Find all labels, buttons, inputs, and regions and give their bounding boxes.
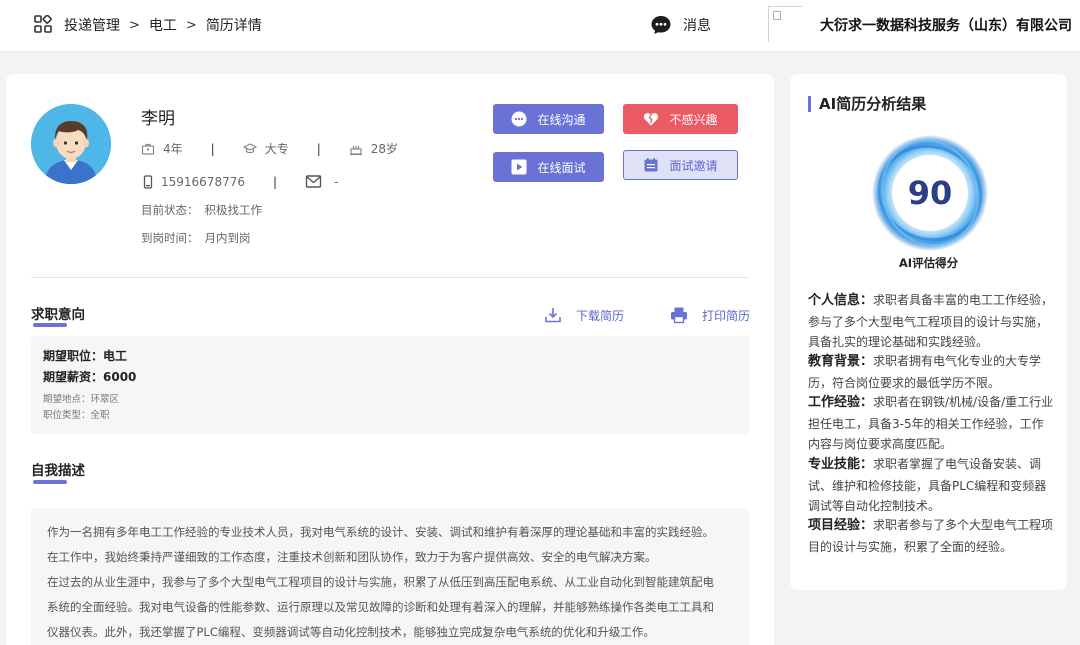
breadcrumb-item-job[interactable]: 电工 [149,15,177,35]
interview-invite-button[interactable]: 面试邀请 [623,150,738,180]
candidate-contact: 15916678776 | - [141,173,338,190]
printer-icon [671,307,687,324]
download-resume-label: 下载简历 [576,308,625,323]
not-interested-label: 不感兴趣 [669,112,718,127]
cake-icon [349,145,362,155]
breadcrumb-item-current: 简历详情 [205,18,262,34]
self-description-title: 自我描述 [31,463,85,479]
print-resume-label: 打印简历 [702,308,751,323]
resume-card: 李明 4年 | 大专 | 28岁 15916678776 | - 目前状态： 积… [6,74,774,645]
download-resume-button[interactable]: 下载简历 [544,306,624,324]
chevron-right-icon: > [185,17,197,33]
calendar-icon [644,158,658,172]
section-underline [33,323,67,327]
ai-item-education: 教育背景：求职者拥有电气化专业的大专学历，符合岗位要求的最低学历不限。 [808,351,1054,393]
education-level: 大专 [264,142,289,156]
ai-item-label: 专业技能： [808,457,874,472]
candidate-name: 李明 [141,109,175,129]
print-resume-button[interactable]: 打印简历 [670,306,750,324]
ai-analysis-card: AI简历分析结果 90 AI评估得分 个人信息：求职者具备丰富的电工工作经验，参… [790,74,1067,590]
description-line: 在工作中，我始终秉持严谨细致的工作态度，注重技术创新和团队协作，致力于为客户提供… [47,550,657,564]
online-interview-label: 在线面试 [537,160,586,175]
interview-invite-label: 面试邀请 [669,158,718,173]
ai-item-label: 工作经验： [808,395,874,410]
expected-location: 期望地点：环翠区 [43,394,120,405]
app-grid-icon[interactable] [34,15,52,33]
ai-item-experience: 工作经验：求职者在钢铁/机械/设备/重工行业担任电工，具备3-5年的相关工作经验… [808,392,1054,455]
candidate-basic-info: 4年 | 大专 | 28岁 [141,140,398,157]
expected-salary: 期望薪资：6000 [43,370,137,384]
status-label: 目前状态： [141,203,199,217]
current-status: 目前状态： 积极找工作 [141,202,262,218]
online-chat-label: 在线沟通 [537,112,586,127]
separator: | [316,141,321,156]
job-intent-box: 期望职位：电工 期望薪资：6000 期望地点：环翠区 职位类型：全职 [31,336,749,434]
chat-icon [511,111,527,127]
top-header: 投递管理 > 电工 > 简历详情 消息 大衍求一数据科技服务（山东）有限公司 [0,0,1080,52]
graduation-cap-icon [242,142,257,153]
ai-item-projects: 项目经验：求职者参与了多个大型电气工程项目的设计与实施，积累了全面的经验。 [808,515,1054,557]
section-underline [33,480,67,484]
online-chat-button[interactable]: 在线沟通 [493,104,604,134]
ai-item-label: 个人信息： [808,293,874,308]
messages-button[interactable]: 消息 [650,14,711,36]
arrival-value: 月内到岗 [204,231,251,245]
ai-item-label: 教育背景： [808,354,874,369]
messages-label: 消息 [683,18,711,34]
separator: | [210,141,215,156]
briefcase-icon [141,143,155,155]
mail-icon [305,175,322,188]
ai-analysis-title: AI简历分析结果 [819,95,927,113]
separator: | [272,174,278,189]
breadcrumb: 投递管理 > 电工 > 简历详情 [64,15,262,35]
experience-years: 4年 [163,142,183,156]
ai-score-value: 90 [907,174,953,212]
candidate-avatar [31,104,111,184]
phone-icon [143,174,153,189]
arrival-label: 到岗时间： [141,231,199,245]
section-divider [31,277,749,278]
online-interview-button[interactable]: 在线面试 [493,152,604,182]
chevron-right-icon: > [129,17,140,33]
job-intent-title: 求职意向 [31,307,85,323]
ai-item-label: 项目经验： [808,518,874,533]
person-avatar-icon [31,104,111,184]
download-icon [545,308,561,323]
email-address: - [334,174,339,189]
candidate-age: 28岁 [370,142,399,156]
self-description-box: 作为一名拥有多年电工工作经验的专业技术人员，我对电气系统的设计、安装、调试和维护… [31,508,749,645]
job-type: 职位类型：全职 [43,410,110,421]
phone-number[interactable]: 15916678776 [161,175,245,189]
description-line: 系统的全面经验。我对电气设备的性能参数、运行原理以及常见故障的诊断和处理有着深入… [47,600,714,614]
arrival-time: 到岗时间： 月内到岗 [141,230,251,246]
ai-item-personal: 个人信息：求职者具备丰富的电工工作经验，参与了多个大型电气工程项目的设计与实施，… [808,290,1054,353]
description-line: 在过去的从业生涯中，我参与了多个大型电气工程项目的设计与实施，积累了从低压到高压… [47,575,714,589]
chat-bubble-icon [651,16,671,34]
ai-score-label: AI评估得分 [898,256,959,270]
description-line: 仪器仪表。此外，我还掌握了PLC编程、变频器调试等自动化控制技术，能够独立完成复… [47,625,655,639]
company-logo[interactable] [768,6,802,42]
play-icon [511,159,527,175]
expected-position: 期望职位：电工 [43,349,128,363]
company-name[interactable]: 大衍求一数据科技服务（山东）有限公司 [820,15,1072,35]
not-interested-button[interactable]: 不感兴趣 [623,104,738,134]
description-line: 作为一名拥有多年电工工作经验的专业技术人员，我对电气系统的设计、安装、调试和维护… [47,525,714,539]
title-accent-bar [808,96,811,112]
ai-item-skills: 专业技能：求职者掌握了电气设备安装、调试、维护和检修技能，具备PLC编程和变频器… [808,454,1054,517]
broken-heart-icon [644,113,659,126]
ai-score-badge: 90 [871,134,989,252]
status-value: 积极找工作 [204,203,263,217]
breadcrumb-item-delivery[interactable]: 投递管理 [64,15,120,35]
